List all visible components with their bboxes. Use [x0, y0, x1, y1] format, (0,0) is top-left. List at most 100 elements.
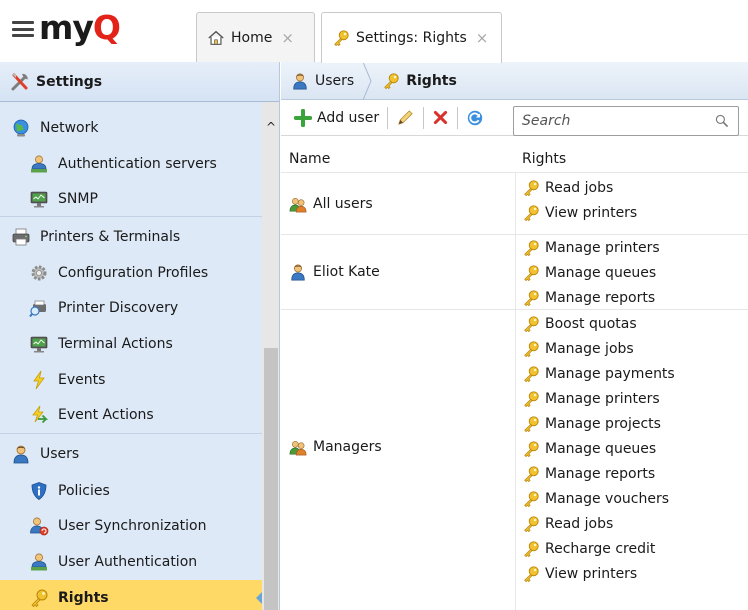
sidebar-divider — [0, 216, 262, 217]
delete-x-icon — [432, 109, 449, 126]
row-name: Managers — [313, 439, 382, 455]
printer-icon — [10, 227, 32, 247]
right-item: Manage reports — [522, 461, 675, 486]
right-label: View printers — [545, 204, 638, 221]
right-label: Manage payments — [545, 365, 675, 382]
search-icon[interactable] — [714, 113, 730, 133]
key-icon — [332, 29, 350, 47]
key-icon — [522, 465, 540, 483]
main-panel: Users Rights Add user Search Name Rights — [281, 61, 748, 610]
sidebar-item-snmp[interactable]: SNMP — [0, 181, 262, 216]
add-user-button[interactable]: Add user — [289, 104, 384, 132]
breadcrumb: Users Rights — [281, 61, 748, 100]
right-item: Recharge credit — [522, 536, 675, 561]
tab-settings-rights[interactable]: Settings: Rights × — [321, 12, 502, 63]
globe-icon — [10, 118, 32, 138]
sidebar-item-label: Configuration Profiles — [58, 264, 209, 281]
right-label: View printers — [545, 565, 638, 582]
right-item: Manage queues — [522, 260, 660, 285]
right-item: Manage printers — [522, 386, 675, 411]
right-item: View printers — [522, 561, 675, 586]
sidebar-item-policies[interactable]: Policies — [0, 473, 262, 508]
breadcrumb-users[interactable]: Users — [281, 62, 362, 100]
key-icon — [28, 588, 50, 608]
edit-button[interactable] — [391, 104, 420, 132]
sidebar-item-user-synchronization[interactable]: User Synchronization — [0, 508, 262, 543]
right-item: Manage projects — [522, 411, 675, 436]
column-header-name[interactable]: Name — [289, 146, 330, 172]
sidebar-item-label: Network — [40, 119, 99, 136]
breadcrumb-chevron-icon — [362, 61, 372, 100]
right-label: Manage reports — [545, 289, 656, 306]
sidebar-item-printer-discovery[interactable]: Printer Discovery — [0, 290, 262, 325]
users-group-icon — [289, 438, 307, 456]
right-item: Manage printers — [522, 235, 660, 260]
users-group-icon — [289, 195, 307, 213]
rights-list: Boost quotas Manage jobs Manage payments… — [522, 311, 675, 586]
tools-icon — [10, 72, 30, 92]
tab-home-close-icon[interactable]: × — [281, 29, 294, 47]
key-icon — [522, 315, 540, 333]
sidebar-item-events[interactable]: Events — [0, 362, 262, 397]
sidebar-item-terminal-actions[interactable]: Terminal Actions — [0, 326, 262, 361]
sidebar-item-configuration-profiles[interactable]: Configuration Profiles — [0, 255, 262, 290]
sidebar-header: Settings — [0, 62, 279, 102]
right-label: Manage queues — [545, 264, 657, 281]
breadcrumb-rights: Rights — [372, 62, 465, 100]
sidebar-item-user-authentication[interactable]: User Authentication — [0, 544, 262, 579]
sidebar-item-users[interactable]: Users — [0, 436, 262, 471]
sidebar-item-printers-terminals[interactable]: Printers & Terminals — [0, 219, 262, 254]
sidebar-item-label: Terminal Actions — [58, 335, 173, 352]
sidebar-item-event-actions[interactable]: Event Actions — [0, 397, 262, 432]
search-input[interactable]: Search — [513, 106, 739, 136]
right-item: View printers — [522, 200, 637, 225]
sidebar-item-rights[interactable]: Rights — [0, 580, 262, 610]
column-divider — [515, 172, 516, 610]
right-label: Manage jobs — [545, 340, 634, 357]
key-icon — [522, 239, 540, 257]
key-icon — [382, 72, 400, 90]
sidebar-divider — [0, 433, 262, 434]
right-item: Manage jobs — [522, 336, 675, 361]
column-header-rights[interactable]: Rights — [522, 146, 566, 172]
refresh-button[interactable] — [461, 104, 489, 132]
right-item: Read jobs — [522, 511, 675, 536]
key-icon — [522, 440, 540, 458]
right-item: Boost quotas — [522, 311, 675, 336]
key-icon — [522, 565, 540, 583]
sidebar-item-label: Users — [40, 445, 80, 462]
selection-indicator-icon — [256, 592, 262, 604]
key-icon — [522, 204, 540, 222]
tab-settings-rights-close-icon[interactable]: × — [476, 29, 489, 47]
sidebar-item-label: Printers & Terminals — [40, 228, 181, 245]
key-icon — [522, 515, 540, 533]
sidebar-title: Settings — [36, 73, 103, 90]
tab-settings-rights-label: Settings: Rights — [356, 30, 467, 46]
settings-sidebar: Settings Network Authentication servers … — [0, 62, 280, 610]
sidebar-item-network[interactable]: Network — [0, 110, 262, 145]
right-label: Manage reports — [545, 465, 656, 482]
sidebar-item-label: Rights — [58, 589, 109, 606]
plus-icon — [294, 109, 312, 127]
key-icon — [522, 289, 540, 307]
tab-home-label: Home — [231, 29, 273, 46]
sidebar-item-label: Authentication servers — [58, 155, 217, 172]
sidebar-scrollbar-thumb[interactable] — [264, 348, 278, 610]
right-label: Manage printers — [545, 239, 660, 256]
scroll-up-arrow-icon[interactable]: ^ — [262, 118, 279, 136]
tab-home[interactable]: Home × — [196, 12, 315, 62]
toolbar-separator — [457, 106, 459, 129]
delete-button[interactable] — [427, 104, 454, 132]
hamburger-menu-icon[interactable] — [12, 21, 34, 37]
right-item: Manage vouchers — [522, 486, 675, 511]
right-label: Manage vouchers — [545, 490, 670, 507]
toolbar-separator — [423, 106, 425, 129]
right-item: Manage reports — [522, 285, 660, 310]
add-user-label: Add user — [317, 109, 380, 126]
user-icon — [10, 444, 32, 464]
toolbar-separator — [387, 106, 389, 129]
search-placeholder: Search — [522, 113, 571, 129]
sidebar-item-authentication-servers[interactable]: Authentication servers — [0, 146, 262, 181]
myq-logo: myQ — [39, 8, 121, 47]
refresh-icon — [466, 109, 484, 127]
